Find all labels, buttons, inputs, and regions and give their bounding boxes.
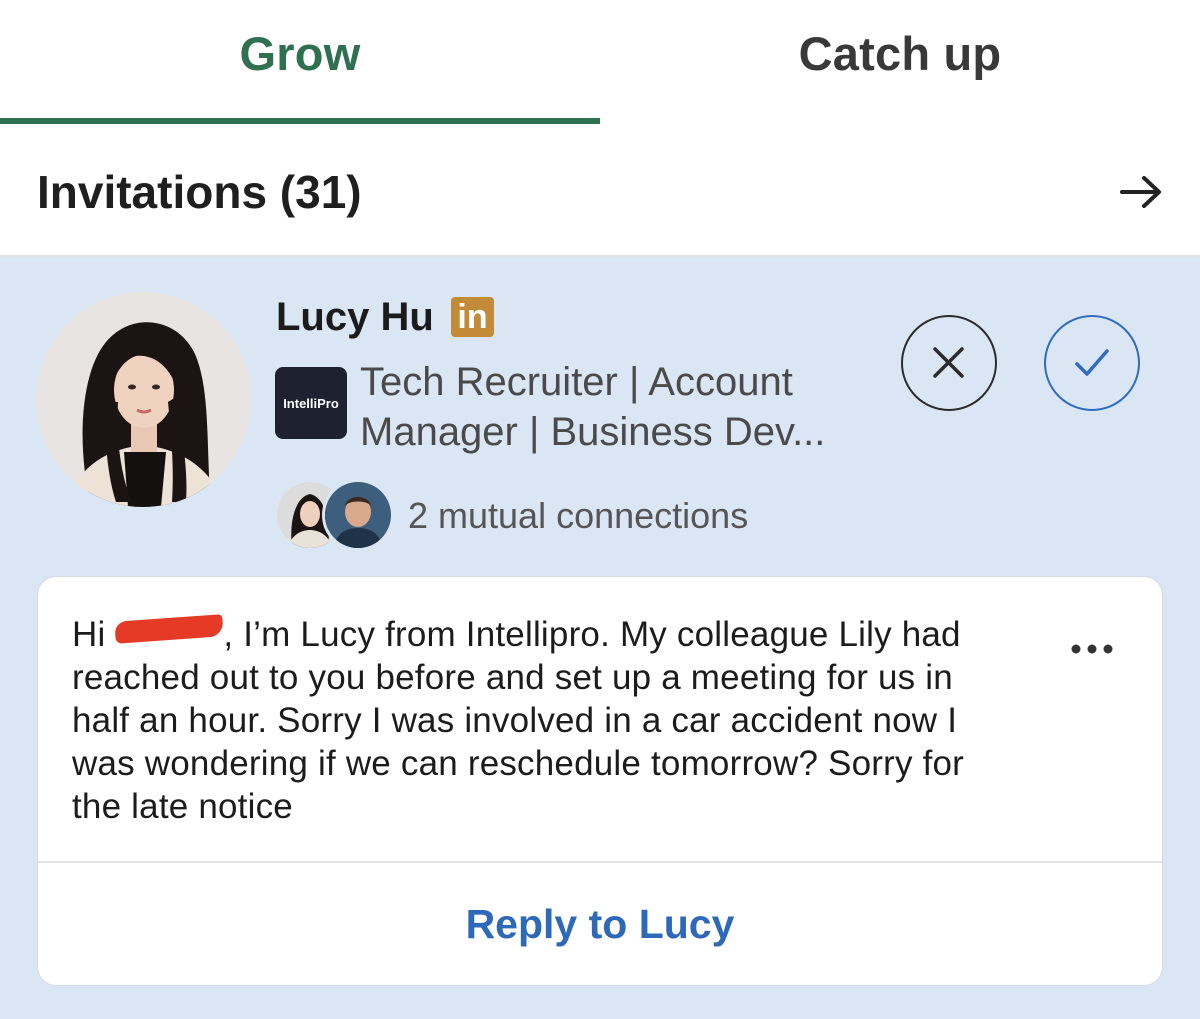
company-logo: IntelliPro xyxy=(275,367,347,439)
mutual-avatar-2 xyxy=(322,479,394,551)
accept-button[interactable] xyxy=(1044,315,1140,411)
invitation-message: Hi , I’m Lucy from Intellipro. My collea… xyxy=(72,613,972,828)
invitations-title: Invitations (31) xyxy=(37,166,362,218)
mutual-connections-avatars[interactable] xyxy=(274,479,396,551)
tab-catch-up[interactable]: Catch up xyxy=(600,0,1200,125)
reply-button[interactable]: Reply to Lucy xyxy=(38,863,1162,985)
tab-grow-label: Grow xyxy=(239,27,361,80)
person-name[interactable]: Lucy Hu xyxy=(276,295,434,340)
company-logo-text: IntelliPro xyxy=(283,395,339,411)
active-tab-indicator xyxy=(0,118,600,124)
profile-avatar[interactable] xyxy=(36,292,251,507)
tab-bar: Grow Catch up xyxy=(0,0,1200,125)
person-headline: Tech Recruiter | Account Manager | Busin… xyxy=(360,360,826,454)
check-icon xyxy=(1075,349,1109,376)
linkedin-premium-badge-icon: in xyxy=(451,297,494,337)
app-screen: Grow Catch up Invitations (31) Lucy Hu i… xyxy=(0,0,1200,1019)
invitation-message-card: Hi , I’m Lucy from Intellipro. My collea… xyxy=(38,577,1162,985)
ignore-button[interactable] xyxy=(901,315,997,411)
close-icon xyxy=(933,347,964,378)
invitations-header: Invitations (31) xyxy=(0,125,1200,257)
message-body: , I’m Lucy from Intellipro. My colleague… xyxy=(72,615,965,826)
arrow-right-icon[interactable] xyxy=(1116,167,1166,217)
tab-grow[interactable]: Grow xyxy=(0,0,600,125)
more-horizontal-icon[interactable] xyxy=(1068,639,1116,659)
invitation-card: Lucy Hu in IntelliPro Tech Recruiter | A… xyxy=(0,257,1200,1019)
message-greeting: Hi xyxy=(72,615,106,654)
mutual-connections-text[interactable]: 2 mutual connections xyxy=(408,495,748,537)
redacted-name-mark xyxy=(114,614,225,644)
tab-catch-up-label: Catch up xyxy=(798,27,1002,80)
